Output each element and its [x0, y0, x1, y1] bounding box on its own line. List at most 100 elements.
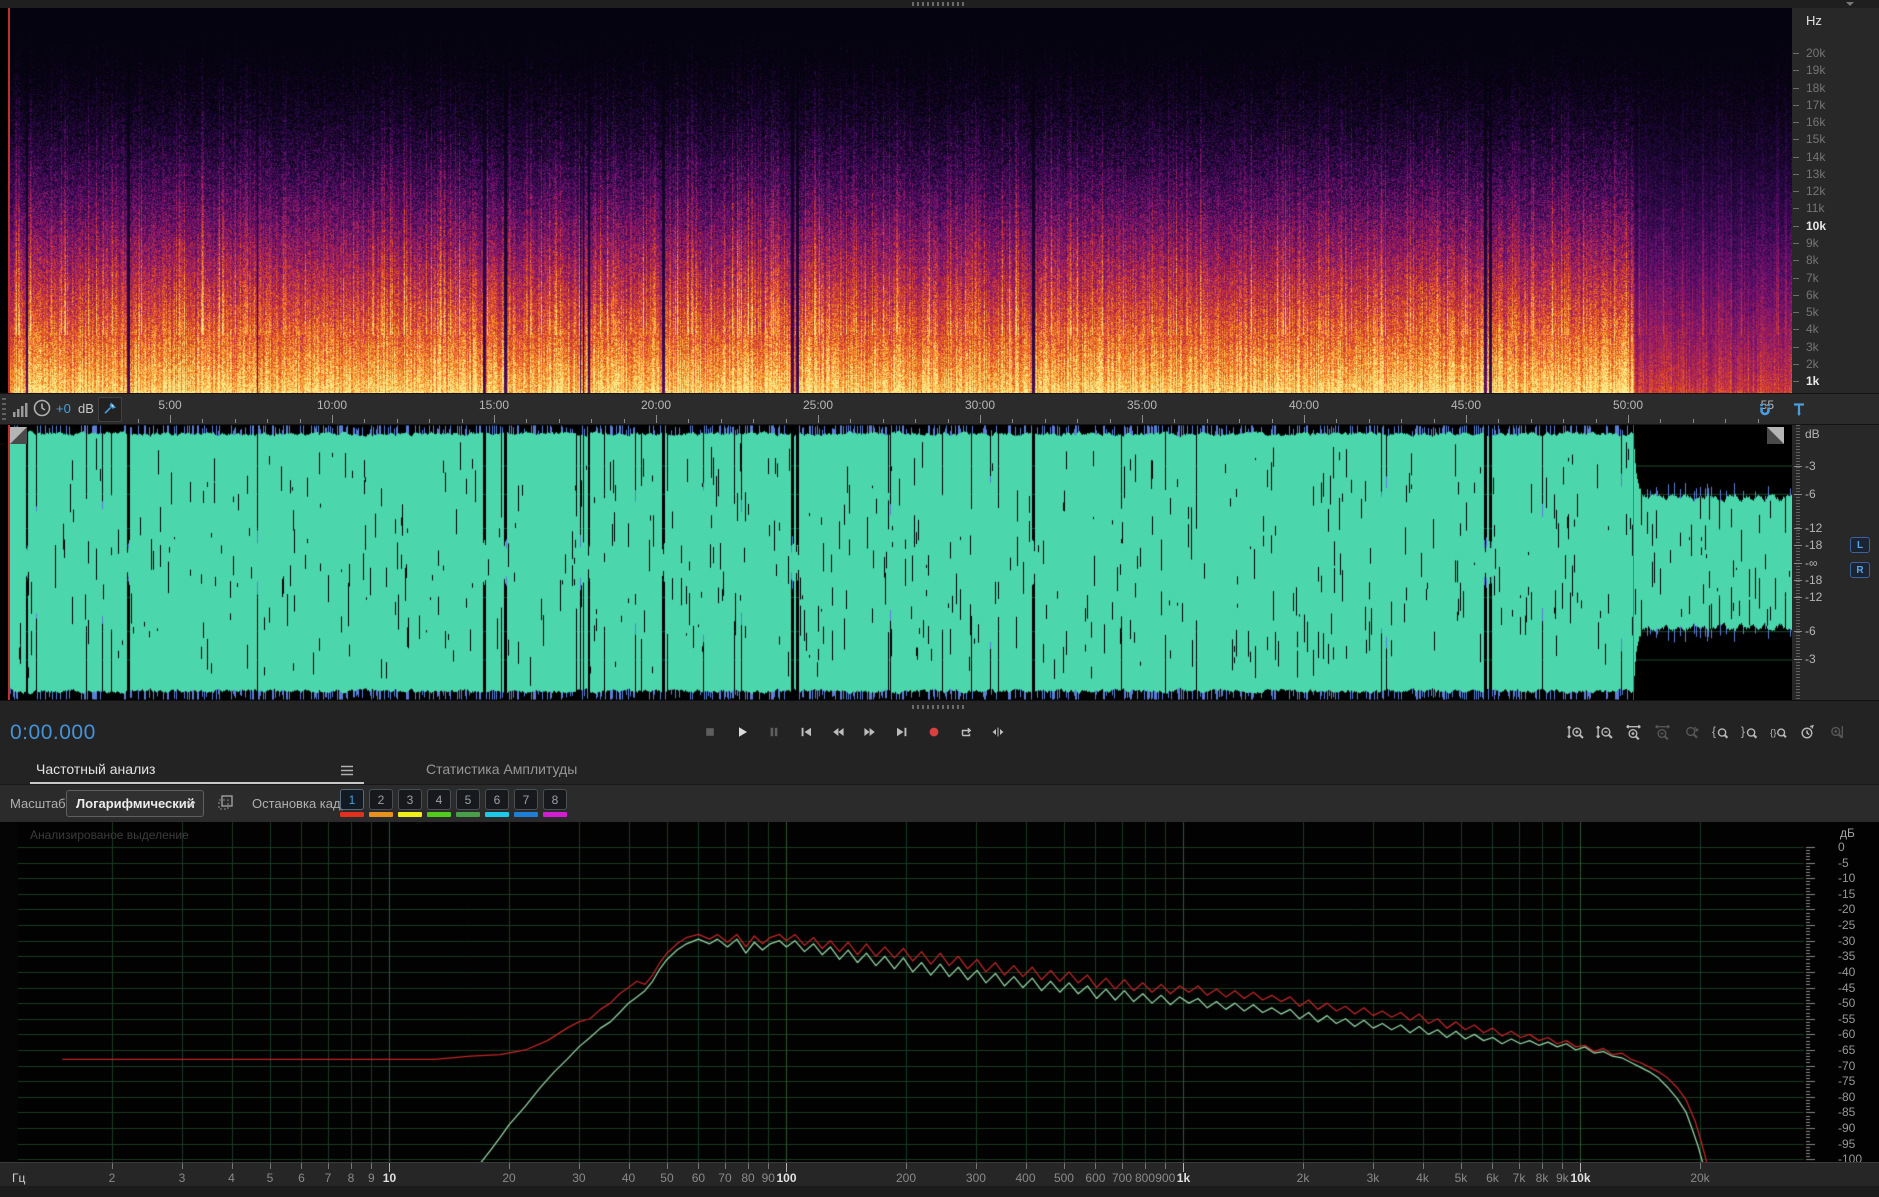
zoom-in-point-icon: {: [1712, 725, 1729, 738]
transport-stop-button[interactable]: [698, 719, 721, 745]
timeline-right-tools: [1752, 397, 1812, 422]
levels-meter-icon[interactable]: [12, 400, 28, 418]
transport-fast-forward-button[interactable]: [858, 719, 881, 745]
zoom-in-time-button[interactable]: [1624, 720, 1643, 744]
hold-frame-7[interactable]: 7: [514, 789, 538, 817]
gain-value[interactable]: +0: [56, 401, 71, 416]
timeline-tick: [591, 419, 593, 423]
hold-frame-4[interactable]: 4: [427, 789, 451, 817]
timeline-tick: [1466, 415, 1467, 423]
timeline-tick: [461, 419, 463, 423]
panel-grip-handle[interactable]: [912, 2, 966, 6]
channel-badge-l[interactable]: L: [1850, 537, 1870, 553]
panel-menu-triangle-icon[interactable]: [1846, 2, 1854, 6]
transport-rewind-button[interactable]: [826, 719, 849, 745]
playhead-line[interactable]: [8, 425, 10, 700]
frequency-tick-label: 13k: [1806, 166, 1826, 181]
amplitude-tick: [1794, 493, 1802, 495]
timeline-ruler[interactable]: 5:00 10:00 15:00 20:00 25:00 30:00 35:00 40:00 4…: [0, 394, 1879, 424]
zoom-out-amplitude-icon: [1596, 725, 1613, 739]
divider-grip-handle[interactable]: [912, 705, 966, 709]
panel-menu-icon[interactable]: [340, 765, 354, 776]
waveform-canvas[interactable]: [8, 425, 1792, 700]
frequency-axis-tick: [1492, 1163, 1494, 1169]
hold-frame-5[interactable]: 5: [456, 789, 480, 817]
transport-play-button[interactable]: [730, 719, 753, 745]
zoom-out-amplitude-button[interactable]: [1595, 720, 1614, 744]
transport-record-button[interactable]: [922, 719, 945, 745]
frequency-axis-tick: [975, 1163, 977, 1169]
hold-frame-1[interactable]: 1: [340, 789, 364, 817]
gain-unit-label: dB: [78, 401, 94, 416]
frequency-axis-tick: [112, 1163, 113, 1169]
frequency-tick-label: 15k: [1806, 132, 1826, 147]
hold-frame-number: 2: [369, 789, 393, 810]
spectrogram-canvas[interactable]: [8, 8, 1792, 393]
zoom-in-amplitude-button[interactable]: [1566, 720, 1585, 744]
amplitude-tick: [1794, 562, 1802, 564]
frequency-axis-tick: [231, 1163, 233, 1169]
hold-frame-color-bar: [514, 812, 538, 817]
tab-amplitude-statistics[interactable]: Статистика Амплитуды: [426, 761, 577, 777]
zoom-in-point-button[interactable]: {: [1711, 720, 1730, 744]
pause-icon: [770, 727, 777, 737]
frequency-chart-canvas[interactable]: [18, 822, 1879, 1162]
spectrogram-panel: Hz 20k 19k 18k 17k 16k 15k 14k 13k 12k 11k 10k 9k 8k…: [0, 8, 1879, 393]
timeline-tick: [1498, 419, 1500, 423]
frequency-tick-label: 5k: [1806, 305, 1819, 320]
scale-dropdown[interactable]: Логарифмический: [66, 790, 204, 817]
svg-text:{: {: [1712, 725, 1716, 738]
transport-skip-selection-button[interactable]: [986, 719, 1009, 745]
frequency-axis-label: 10k: [1570, 1171, 1591, 1185]
channel-badge-r[interactable]: R: [1850, 562, 1870, 578]
amplitude-db-label: -3: [1805, 458, 1816, 473]
chart-db-tick-label: -65: [1838, 1042, 1856, 1057]
frequency-axis-tick: [1145, 1163, 1147, 1169]
frequency-axis-tick: [578, 1163, 580, 1169]
clock-icon[interactable]: [32, 398, 52, 418]
transport-pause-button[interactable]: [762, 719, 785, 745]
snap-toggle-button[interactable]: [1752, 397, 1778, 422]
timeline-tick: [494, 415, 495, 423]
frequency-tick: [1793, 381, 1799, 383]
hold-frame-6[interactable]: 6: [485, 789, 509, 817]
chevron-down-icon: [186, 801, 196, 807]
frequency-tick-label: 19k: [1806, 63, 1826, 78]
timeline-tick: [915, 419, 917, 423]
chart-db-tick-label: -30: [1838, 933, 1856, 948]
zoom-out-time-button[interactable]: [1653, 720, 1672, 744]
transport-skip-start-button[interactable]: [794, 719, 817, 745]
toolbar-grip-handle[interactable]: [2, 398, 6, 420]
tab-frequency-analysis[interactable]: Частотный анализ: [36, 761, 155, 777]
panel-divider[interactable]: [0, 700, 1879, 712]
zoom-full-button[interactable]: [1827, 720, 1846, 744]
zoom-time-scale-button[interactable]: [1798, 720, 1817, 744]
frequency-tick-label: 14k: [1806, 149, 1826, 164]
hold-frame-3[interactable]: 3: [398, 789, 422, 817]
zoom-selection-button[interactable]: {}: [1769, 720, 1788, 744]
hold-frame-2[interactable]: 2: [369, 789, 393, 817]
frequency-tick: [1793, 104, 1799, 106]
hold-frame-8[interactable]: 8: [543, 789, 567, 817]
chart-db-tick-label: -80: [1838, 1089, 1856, 1104]
transport-loop-playback-button[interactable]: [954, 719, 977, 745]
zoom-out-point-button[interactable]: }: [1740, 720, 1759, 744]
selection-handle-left[interactable]: [10, 427, 27, 444]
zoom-reset-icon: [1686, 726, 1699, 738]
frequency-axis-label: 400: [1015, 1171, 1036, 1185]
selection-handle-right[interactable]: [1767, 427, 1784, 444]
transport-skip-end-button[interactable]: [890, 719, 913, 745]
frequency-tick-label: 16k: [1806, 115, 1826, 130]
timeline-tick: [980, 415, 981, 423]
playhead-line[interactable]: [8, 8, 10, 393]
copy-frame-button[interactable]: [216, 793, 236, 813]
zoom-out-point-icon: }: [1741, 725, 1758, 738]
pin-playhead-button[interactable]: [98, 397, 122, 422]
frequency-tick: [1793, 87, 1799, 89]
timeline-ruler-row[interactable]: 5:00 10:00 15:00 20:00 25:00 30:00 35:00 40:00 4…: [0, 393, 1879, 425]
marker-tool-button[interactable]: [1786, 397, 1812, 422]
frequency-axis-tick: [1422, 1163, 1424, 1169]
timeline-time-label: 50:00: [1612, 398, 1644, 412]
time-display[interactable]: 0:00.000: [10, 721, 96, 745]
zoom-reset-button[interactable]: [1682, 720, 1701, 744]
